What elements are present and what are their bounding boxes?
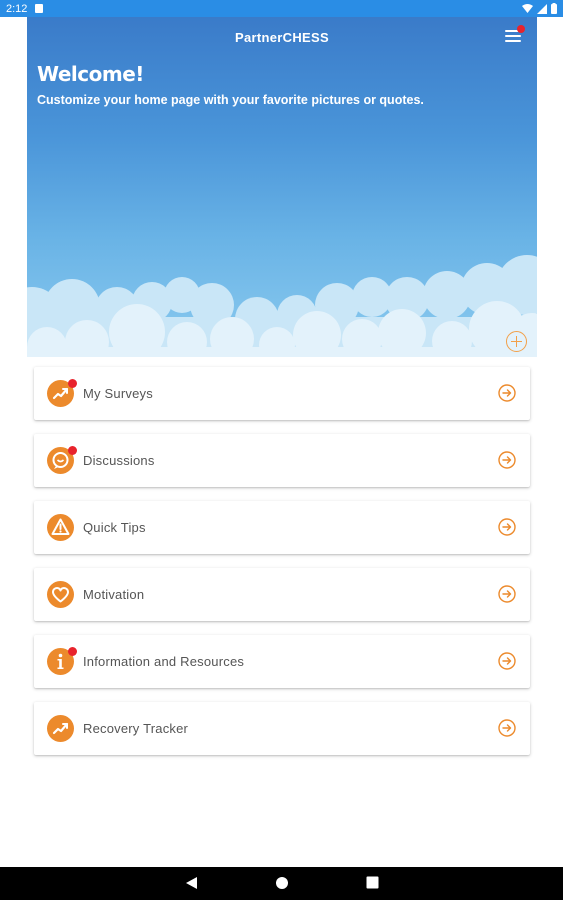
menu-item-discussions[interactable]: Discussions [34,434,530,487]
warning-triangle-icon [47,514,74,541]
menu-item-label: Recovery Tracker [83,721,189,736]
signal-icon [537,3,547,14]
arrow-right-circle-icon [498,451,516,469]
system-navigation-bar [0,867,563,900]
hero-banner: PartnerCHESS Welcome! Customize your hom… [27,17,537,357]
menu-item-recovery-tracker[interactable]: Recovery Tracker [34,702,530,755]
recents-icon[interactable] [366,876,379,889]
menu-item-label: Quick Tips [83,520,146,535]
welcome-title: Welcome! [37,62,144,86]
battery-icon [551,3,557,14]
menu-item-label: Motivation [83,587,145,602]
heart-icon [47,581,74,608]
menu-notification-dot [517,25,525,33]
wifi-icon [522,3,533,13]
menu-item-label: Information and Resources [83,654,245,669]
menu-item-motivation[interactable]: Motivation [34,568,530,621]
sd-card-icon [35,4,43,13]
arrow-right-circle-icon [498,652,516,670]
notification-badge [68,446,77,455]
menu-item-label: Discussions [83,453,155,468]
add-picture-button[interactable] [506,331,527,352]
notification-badge [68,379,77,388]
app-title: PartnerCHESS [235,30,329,45]
menu-item-label: My Surveys [83,386,153,401]
home-icon[interactable] [275,876,289,890]
status-time: 2:12 [6,3,28,15]
menu-item-my-surveys[interactable]: My Surveys [34,367,530,420]
arrow-right-circle-icon [498,518,516,536]
arrow-right-circle-icon [498,585,516,603]
clouds-illustration [27,255,537,357]
status-bar: 2:12 [0,0,563,17]
welcome-subtitle: Customize your home page with your favor… [37,93,424,107]
back-icon[interactable] [185,876,198,890]
menu-item-quick-tips[interactable]: Quick Tips [34,501,530,554]
arrow-right-circle-icon [498,719,516,737]
arrow-right-circle-icon [498,384,516,402]
hamburger-menu-icon[interactable] [505,25,525,44]
notification-badge [68,647,77,656]
chart-trend-icon [47,715,74,742]
menu-item-information-and-resources[interactable]: Information and Resources [34,635,530,688]
